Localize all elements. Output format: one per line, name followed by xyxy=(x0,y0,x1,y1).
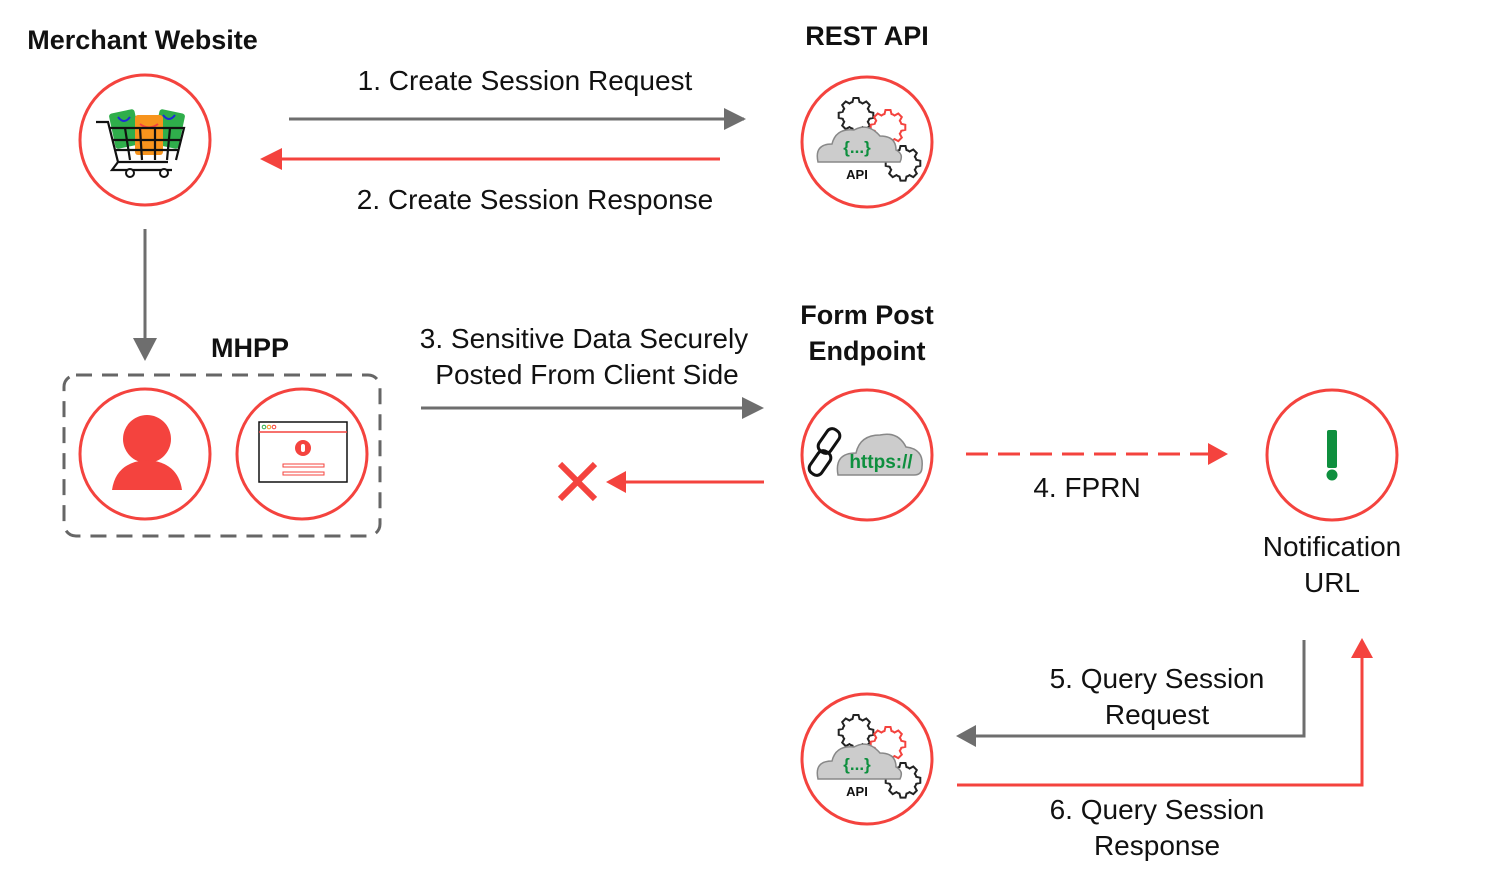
label-create-session-request: 1. Create Session Request xyxy=(357,65,693,96)
api-icon-text: API xyxy=(846,784,868,799)
label-sensitive-data-line1: 3. Sensitive Data Securely xyxy=(419,323,749,354)
api-icon-text: API xyxy=(846,167,868,182)
form-post-title-line2: Endpoint xyxy=(808,336,926,366)
label-create-session-response: 2. Create Session Response xyxy=(356,184,714,215)
mhpp-user-node[interactable] xyxy=(78,387,212,521)
label-fprn: 4. FPRN xyxy=(1033,472,1141,503)
arrowhead-query-session-request xyxy=(956,725,976,747)
arrowhead-create-session-request xyxy=(724,108,746,130)
arrowhead-sensitive-data xyxy=(742,397,764,419)
notification-title-line2: URL xyxy=(1303,567,1360,598)
label-query-session-request-line1: 5. Query Session xyxy=(1049,663,1265,694)
label-query-session-response-line2: Response xyxy=(1093,830,1221,861)
notification-node[interactable] xyxy=(1265,388,1399,522)
label-query-session-request-line2: Request xyxy=(1104,699,1210,730)
login-window-icon xyxy=(258,421,348,483)
https-text: https:// xyxy=(849,452,913,473)
api-braces-text: {...} xyxy=(843,755,871,774)
label-sensitive-data-line2: Posted From Client Side xyxy=(435,359,739,390)
mhpp-login-node[interactable] xyxy=(235,387,369,521)
query-api-node[interactable]: {...} API xyxy=(800,692,934,826)
rest-api-node[interactable]: {...} API xyxy=(800,75,934,209)
form-post-node[interactable]: https:// xyxy=(800,388,934,522)
merchant-title: Merchant Website xyxy=(27,25,258,55)
merchant-node[interactable] xyxy=(78,73,212,207)
arrowhead-fprn xyxy=(1208,443,1228,465)
arrowhead-create-session-response xyxy=(260,148,282,170)
exclamation-icon xyxy=(1326,430,1338,481)
arrowhead-query-session-response xyxy=(1351,638,1373,658)
label-query-session-response-line1: 6. Query Session xyxy=(1049,794,1265,825)
api-braces-text: {...} xyxy=(843,138,871,157)
notification-title-line1: Notification xyxy=(1262,531,1402,562)
form-post-title-line1: Form Post xyxy=(800,300,934,330)
flow-diagram: {...} API https:// {...} API xyxy=(62,73,1399,826)
rest-api-title: REST API xyxy=(805,21,929,51)
mhpp-title: MHPP xyxy=(210,333,289,363)
x-icon xyxy=(557,461,598,502)
arrowhead-blocked-return xyxy=(606,471,626,493)
